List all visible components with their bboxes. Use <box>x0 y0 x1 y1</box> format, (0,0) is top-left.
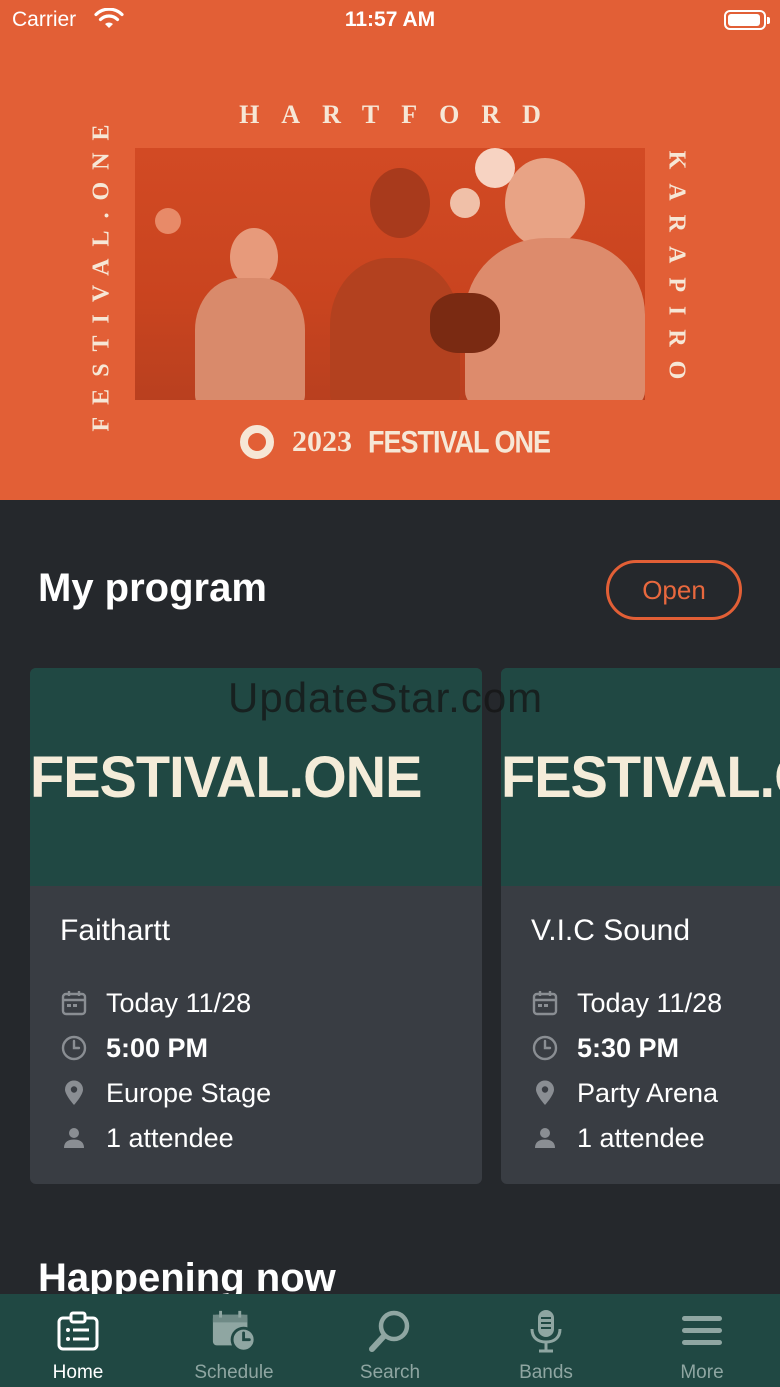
card-date: Today 11/28 <box>106 987 252 1018</box>
microphone-icon <box>523 1308 569 1354</box>
calendar-clock-icon <box>211 1308 257 1354</box>
battery-icon <box>724 10 770 30</box>
program-card-carousel[interactable]: FESTIVAL.ONE Faithartt Today 11/28 5:00 … <box>0 668 780 1184</box>
tab-home[interactable]: Home <box>0 1294 156 1387</box>
card-attendees: 1 attendee <box>106 1122 234 1153</box>
card-attendees: 1 attendee <box>577 1122 705 1153</box>
hero-year: 2023 <box>292 425 352 458</box>
person-icon <box>531 1124 559 1152</box>
calendar-icon <box>531 989 559 1017</box>
card-location-row: Europe Stage <box>60 1076 271 1110</box>
home-clipboard-icon <box>55 1308 101 1354</box>
clock-icon <box>60 1034 88 1062</box>
hero-festival-badge: 2023 FESTIVAL ONE <box>240 424 551 460</box>
tab-search[interactable]: Search <box>312 1294 468 1387</box>
search-icon <box>367 1308 413 1354</box>
card-band-name: V.I.C Sound <box>531 914 691 947</box>
card-location: Party Arena <box>577 1077 719 1108</box>
card-date: Today 11/28 <box>577 987 723 1018</box>
location-pin-icon <box>531 1079 559 1107</box>
clock-icon <box>531 1034 559 1062</box>
program-card[interactable]: FESTIVAL.ONE V.I.C Sound Today 11/28 5:3… <box>501 668 780 1184</box>
tab-bands[interactable]: Bands <box>468 1294 624 1387</box>
festival-hero-banner: Carrier 11:57 AM HARTFORD FESTIVAL.ONE K… <box>0 0 780 500</box>
card-date-row: Today 11/28 <box>60 986 251 1020</box>
tab-label: Search <box>359 1362 421 1383</box>
card-time: 5:00 PM <box>106 1032 209 1063</box>
card-time-row: 5:00 PM <box>60 1031 208 1065</box>
card-banner-text: FESTIVAL.ONE <box>501 743 780 810</box>
card-location: Europe Stage <box>106 1077 272 1108</box>
hero-brand: FESTIVAL ONE <box>368 424 551 459</box>
tab-label: Home <box>52 1362 104 1383</box>
open-program-button[interactable]: Open <box>606 560 742 620</box>
hero-vertical-right-text: KARAPIRO <box>663 150 690 394</box>
tab-label: Bands <box>519 1362 573 1383</box>
card-time-row: 5:30 PM <box>531 1031 679 1065</box>
bottom-tab-bar: Home Schedule Search Bands More <box>0 1294 780 1387</box>
person-icon <box>60 1124 88 1152</box>
status-bar: Carrier 11:57 AM <box>0 0 780 42</box>
program-card[interactable]: FESTIVAL.ONE Faithartt Today 11/28 5:00 … <box>30 668 482 1184</box>
hamburger-menu-icon <box>679 1308 725 1354</box>
hero-city-text: HARTFORD <box>239 100 563 129</box>
tab-label: More <box>680 1362 724 1383</box>
card-location-row: Party Arena <box>531 1076 718 1110</box>
card-attendees-row: 1 attendee <box>60 1121 234 1155</box>
clock: 11:57 AM <box>344 8 436 31</box>
location-pin-icon <box>60 1079 88 1107</box>
ring-logo-icon <box>240 425 274 459</box>
card-attendees-row: 1 attendee <box>531 1121 705 1155</box>
tab-label: Schedule <box>194 1362 274 1383</box>
my-program-title: My program <box>38 566 267 610</box>
watermark-text: UpdateStar.com <box>228 674 544 721</box>
calendar-icon <box>60 989 88 1017</box>
tab-schedule[interactable]: Schedule <box>156 1294 312 1387</box>
card-banner-text: FESTIVAL.ONE <box>30 743 422 810</box>
hero-band-photo <box>135 148 645 400</box>
hero-vertical-left-text: FESTIVAL.ONE <box>88 112 115 432</box>
card-band-name: Faithartt <box>60 914 171 947</box>
card-date-row: Today 11/28 <box>531 986 722 1020</box>
card-time: 5:30 PM <box>577 1032 680 1063</box>
tab-more[interactable]: More <box>624 1294 780 1387</box>
